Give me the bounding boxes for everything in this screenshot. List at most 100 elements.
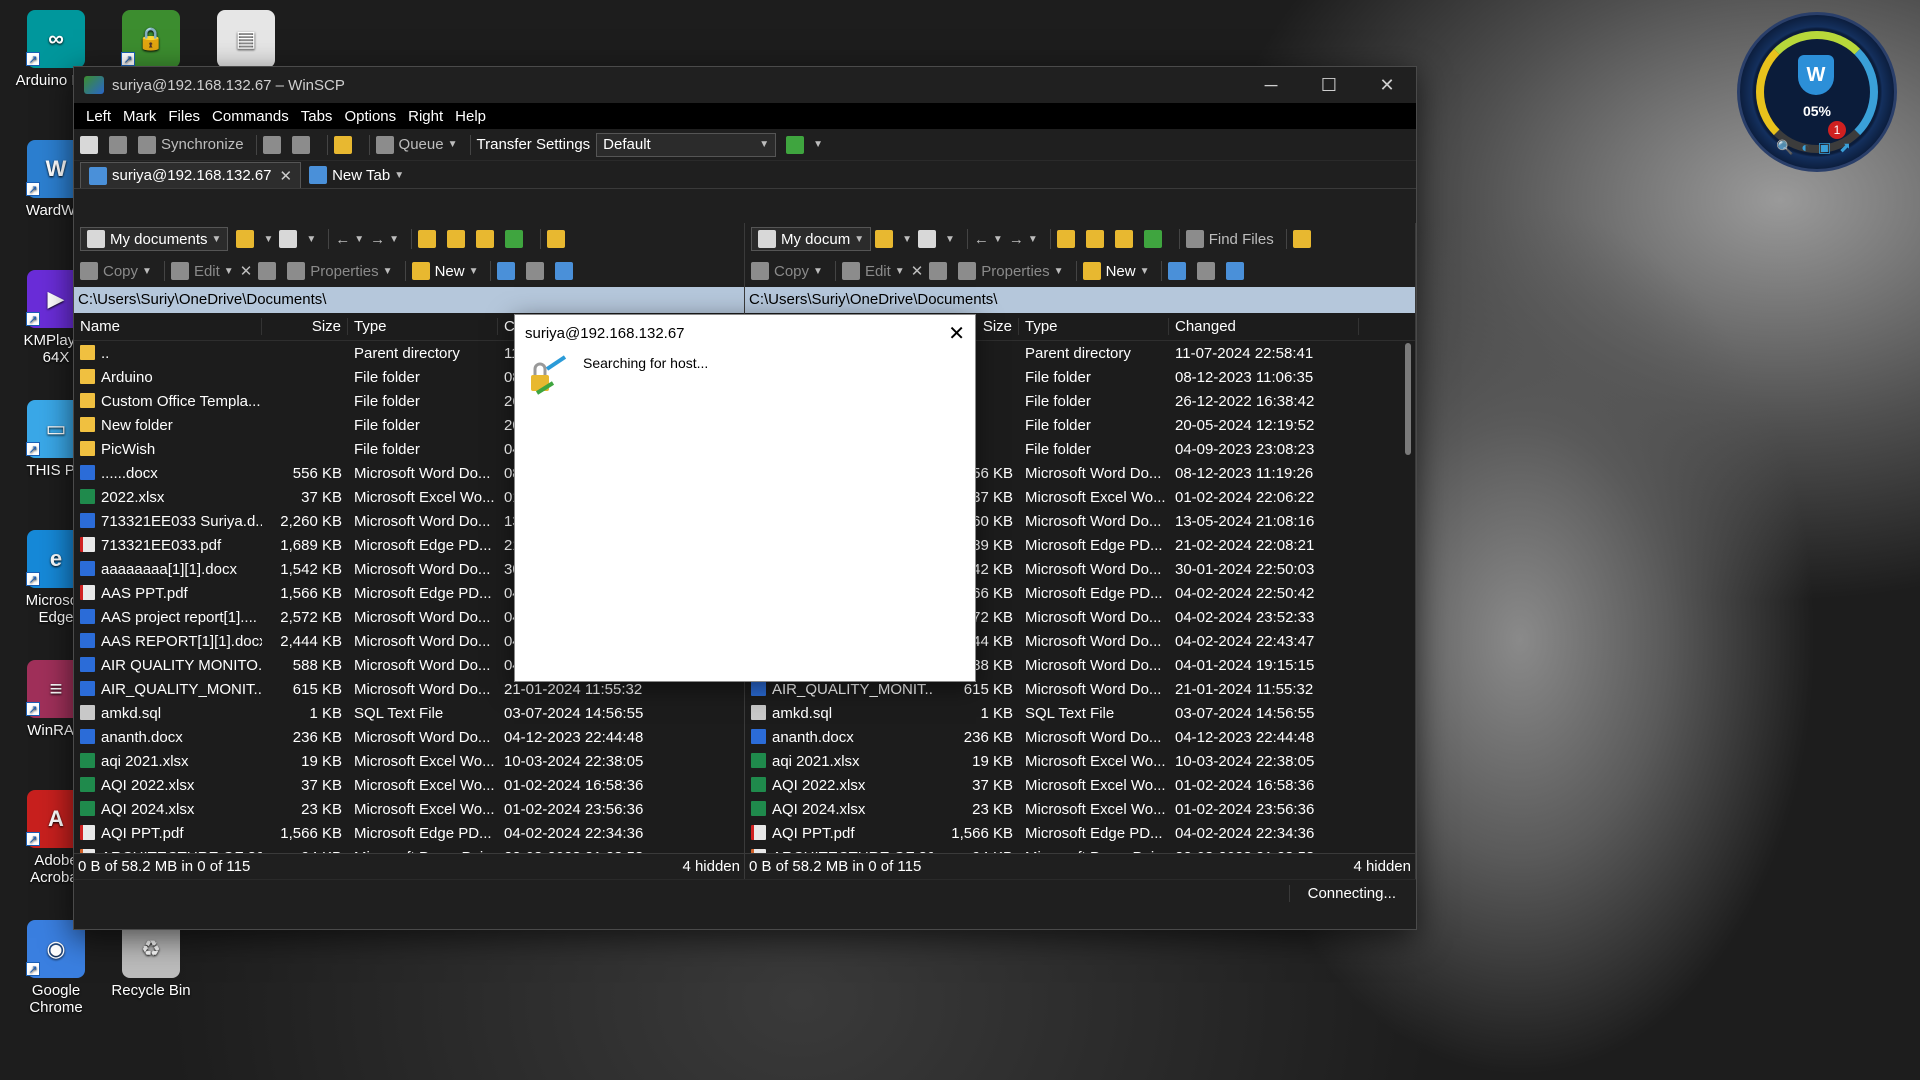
menu-tabs[interactable]: Tabs <box>295 108 339 125</box>
file-name: Arduino <box>74 368 262 386</box>
rename-icon[interactable] <box>258 262 281 280</box>
file-row[interactable]: ARCHITECTURE OF 80...94 KBMicrosoft Powe… <box>745 845 1415 853</box>
tab-new[interactable]: New Tab ▼ <box>301 162 413 188</box>
right-path-bar[interactable]: C:\Users\Suriy\OneDrive\Documents\ <box>745 287 1415 313</box>
compare-icon[interactable] <box>80 135 103 154</box>
forward-icon[interactable]: → ▼ <box>1009 231 1038 248</box>
new-button[interactable]: New ▼ <box>411 262 478 280</box>
left-path-bar[interactable]: C:\Users\Suriy\OneDrive\Documents\ <box>74 287 744 313</box>
delete-icon[interactable]: ✕ <box>240 262 253 280</box>
rename-icon[interactable] <box>929 262 952 280</box>
home-icon[interactable] <box>1114 230 1138 248</box>
chrome-icon[interactable]: ◉ ↗ Google Chrome <box>10 920 102 1016</box>
refresh-sync-icon[interactable]: ▼ <box>786 135 823 154</box>
file-type: File folder <box>354 440 420 458</box>
word-icon <box>80 608 95 624</box>
tree-icon[interactable] <box>547 230 570 248</box>
file-size: 37 KB <box>972 776 1013 794</box>
widget-tool-icons[interactable]: 🔍◐▣⬈ <box>1776 139 1859 156</box>
left-location-select[interactable]: My documents ▼ <box>80 227 229 251</box>
refresh-icon[interactable] <box>1143 230 1167 248</box>
file-row[interactable]: AQI PPT.pdf 1,566 KB Microsoft Edge PD... 0… <box>74 821 744 845</box>
left-hidden-count[interactable]: 4 hidden <box>682 858 740 875</box>
right-scrollbar[interactable] <box>1401 341 1415 853</box>
filter-select-icon[interactable] <box>1226 262 1249 280</box>
column-type[interactable]: Type <box>348 318 498 335</box>
sync-browse-icon[interactable] <box>109 135 132 154</box>
properties-button[interactable]: Properties ▼ <box>287 262 393 280</box>
synchronize-button[interactable]: Synchronize <box>138 135 244 154</box>
menu-right[interactable]: Right <box>402 108 449 125</box>
copy-icon <box>751 262 769 280</box>
filter-icon[interactable]: ▼ <box>918 230 955 248</box>
back-icon[interactable]: ← ▼ <box>335 231 364 248</box>
new-button[interactable]: New ▼ <box>1082 262 1149 280</box>
maximize-button[interactable]: ☐ <box>1300 67 1358 103</box>
preferences-icon[interactable] <box>333 135 357 154</box>
menu-options[interactable]: Options <box>338 108 402 125</box>
menu-left[interactable]: Left <box>80 108 117 125</box>
edit-button[interactable]: Edit ▼ <box>841 262 905 280</box>
root-dir-icon[interactable] <box>447 230 470 248</box>
file-row[interactable]: AQI PPT.pdf 1,566 KB Microsoft Edge PD... 0… <box>745 821 1415 845</box>
dialog-title-bar[interactable]: suriya@192.168.132.67 ✕ <box>515 315 975 351</box>
dialog-close-icon[interactable]: ✕ <box>948 321 965 346</box>
file-row[interactable]: AQI 2024.xlsx 23 KB Microsoft Excel Wo... 0… <box>745 797 1415 821</box>
parent-dir-icon[interactable] <box>1056 230 1080 248</box>
lock-transfer-icon[interactable]: 🔒 ↗ <box>105 10 197 72</box>
minimize-button[interactable]: ─ <box>1242 67 1300 103</box>
close-tab-icon[interactable]: ✕ <box>280 167 293 185</box>
right-hidden-count[interactable]: 4 hidden <box>1353 858 1411 875</box>
title-bar[interactable]: suriya@192.168.132.67 – WinSCP ─ ☐ ✕ <box>74 67 1416 103</box>
filter-select-icon[interactable] <box>555 262 578 280</box>
file-row[interactable]: aqi 2021.xlsx 19 KB Microsoft Excel Wo... 1… <box>74 749 744 773</box>
find-files-button[interactable]: Find Files <box>1185 230 1274 248</box>
root-dir-icon[interactable] <box>1085 230 1109 248</box>
file-row[interactable]: ananth.docx 236 KB Microsoft Word Do... 04-… <box>745 725 1415 749</box>
file-row[interactable]: aqi 2021.xlsx 19 KB Microsoft Excel Wo... 1… <box>745 749 1415 773</box>
queue-button[interactable]: Queue ▼ <box>375 135 458 154</box>
back-icon[interactable]: ← ▼ <box>974 231 1003 248</box>
unselect-icon[interactable] <box>1197 262 1220 280</box>
menu-mark[interactable]: Mark <box>117 108 162 125</box>
copy-button[interactable]: Copy ▼ <box>751 262 823 280</box>
file-row[interactable]: amkd.sql 1 KB SQL Text File 03-07-2024 14:5… <box>745 701 1415 725</box>
filter-icon[interactable]: ▼ <box>279 230 316 248</box>
copy-button[interactable]: Copy ▼ <box>80 262 152 280</box>
document-icon[interactable]: ▤ <box>200 10 292 72</box>
home-icon[interactable] <box>476 230 499 248</box>
open-folder-icon[interactable]: ▼ <box>875 230 912 248</box>
select-all-icon[interactable] <box>497 262 520 280</box>
file-row[interactable]: AQI 2022.xlsx 37 KB Microsoft Excel Wo... 0… <box>74 773 744 797</box>
security-widget[interactable]: W 05% 1 🔍◐▣⬈ <box>1737 12 1897 172</box>
file-row[interactable]: ananth.docx 236 KB Microsoft Word Do... 04-… <box>74 725 744 749</box>
transfer-settings-select[interactable]: Default ▼ <box>596 132 777 157</box>
file-row[interactable]: AQI 2024.xlsx 23 KB Microsoft Excel Wo... 0… <box>74 797 744 821</box>
menu-commands[interactable]: Commands <box>206 108 295 125</box>
delete-icon[interactable]: ✕ <box>911 262 924 280</box>
close-button[interactable]: ✕ <box>1358 67 1416 103</box>
unselect-icon[interactable] <box>526 262 549 280</box>
putty-icon[interactable] <box>291 135 315 154</box>
console-icon[interactable] <box>262 135 286 154</box>
column-name[interactable]: Name <box>74 318 262 335</box>
menu-files[interactable]: Files <box>162 108 206 125</box>
tree-icon[interactable] <box>1292 230 1316 248</box>
refresh-icon[interactable] <box>505 230 528 248</box>
file-row[interactable]: ARCHITECTURE OF 80...94 KBMicrosoft Powe… <box>74 845 744 853</box>
column-size[interactable]: Size <box>262 318 348 335</box>
open-folder-icon[interactable]: ▼ <box>236 230 273 248</box>
recycle-bin-icon[interactable]: ♻ Recycle Bin <box>105 920 197 999</box>
properties-button[interactable]: Properties ▼ <box>958 262 1064 280</box>
select-all-icon[interactable] <box>1168 262 1191 280</box>
right-location-select[interactable]: My docum ▼ <box>751 227 872 251</box>
forward-icon[interactable]: → ▼ <box>370 231 399 248</box>
column-changed[interactable]: Changed <box>1169 318 1359 335</box>
file-row[interactable]: amkd.sql 1 KB SQL Text File 03-07-2024 14:5… <box>74 701 744 725</box>
file-row[interactable]: AQI 2022.xlsx 37 KB Microsoft Excel Wo... 0… <box>745 773 1415 797</box>
parent-dir-icon[interactable] <box>418 230 441 248</box>
column-type[interactable]: Type <box>1019 318 1169 335</box>
menu-help[interactable]: Help <box>449 108 492 125</box>
tab-session[interactable]: suriya@192.168.132.67 ✕ <box>80 162 302 188</box>
edit-button[interactable]: Edit ▼ <box>170 262 234 280</box>
